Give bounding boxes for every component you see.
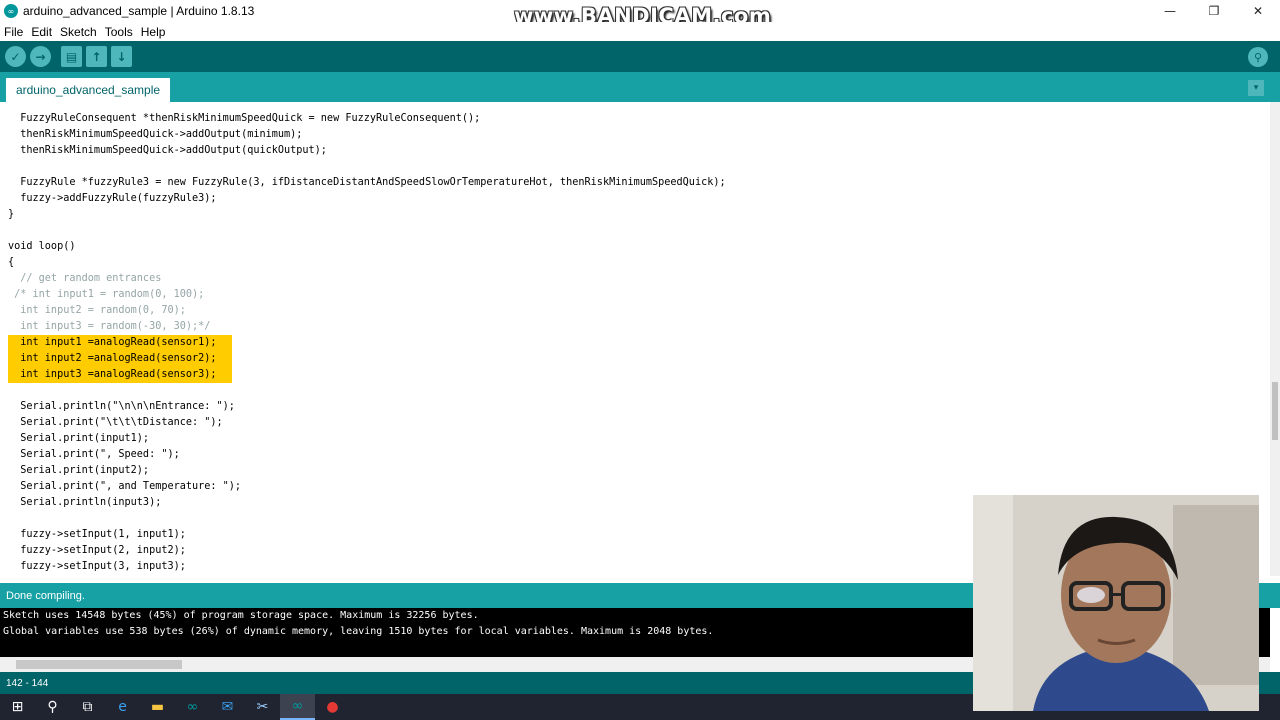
toolbar: ✓ → ▤ ↑ ↓ ⚲ [0,41,1280,72]
code-line-selected: int input1 =analogRead(sensor1); [8,335,232,351]
code-line: Serial.print(", and Temperature: "); [8,481,242,492]
tab-bar: arduino_advanced_sample ▾ [0,72,1280,102]
windows-start-icon[interactable]: ⊞ [0,694,35,720]
window-title: arduino_advanced_sample | Arduino 1.8.13 [23,4,255,18]
menu-edit[interactable]: Edit [31,25,52,39]
editor-vertical-scrollbar[interactable] [1270,102,1280,576]
open-sketch-button[interactable]: ↑ [86,46,107,67]
task-view-icon[interactable]: ⧉ [70,694,105,720]
menu-tools[interactable]: Tools [105,25,133,39]
search-icon[interactable]: ⚲ [35,694,70,720]
new-sketch-button[interactable]: ▤ [61,46,82,67]
code-line: FuzzyRule *fuzzyRule3 = new FuzzyRule(3,… [8,177,726,188]
code-line: thenRiskMinimumSpeedQuick->addOutput(qui… [8,145,327,156]
code-line: } [8,209,15,220]
code-line: Serial.print(input2); [8,465,150,476]
code-line-comment: /* int input1 = random(0, 100); [8,289,205,300]
menu-help[interactable]: Help [141,25,166,39]
console-line: Global variables use 538 bytes (26%) of … [3,626,714,637]
webcam-person-image [973,495,1259,711]
code-line: fuzzy->addFuzzyRule(fuzzyRule3); [8,193,217,204]
mail-icon[interactable]: ✉ [210,694,245,720]
status-message: Done compiling. [6,589,85,602]
code-line: void loop() [8,241,76,252]
code-line: Serial.print("\t\t\tDistance: "); [8,417,223,428]
code-line-comment: int input2 = random(0, 70); [8,305,186,316]
code-line: { [8,257,15,268]
close-button[interactable]: ✕ [1236,0,1280,22]
code-line: fuzzy->setInput(1, input1); [8,529,186,540]
serial-monitor-button[interactable]: ⚲ [1248,47,1268,67]
window-controls: — ❐ ✕ [1148,0,1280,22]
menu-bar: File Edit Sketch Tools Help [0,22,1280,41]
code-line-selected: int input2 =analogRead(sensor2); [8,351,232,367]
tab-menu-chevron-down-icon[interactable]: ▾ [1248,80,1264,96]
file-explorer-icon[interactable]: ▬ [140,694,175,720]
code-line: thenRiskMinimumSpeedQuick->addOutput(min… [8,129,303,140]
verify-button[interactable]: ✓ [5,46,26,67]
code-line-selected: int input3 =analogRead(sensor3); [8,367,232,383]
code-line: Serial.println("\n\n\nEntrance: "); [8,401,235,412]
tab-arduino-advanced-sample[interactable]: arduino_advanced_sample [6,78,170,102]
menu-sketch[interactable]: Sketch [60,25,97,39]
code-line: fuzzy->setInput(3, input3); [8,561,186,572]
code-line: fuzzy->setInput(2, input2); [8,545,186,556]
save-sketch-button[interactable]: ↓ [111,46,132,67]
console-line: Sketch uses 14548 bytes (45%) of program… [3,610,479,621]
code-line: Serial.print(input1); [8,433,150,444]
menu-file[interactable]: File [4,25,23,39]
minimize-button[interactable]: — [1148,0,1192,22]
console-scroll-thumb[interactable] [16,660,182,669]
edge-icon[interactable]: e [105,694,140,720]
maximize-button[interactable]: ❐ [1192,0,1236,22]
webcam-overlay [973,495,1259,711]
arduino-active-icon[interactable]: ∞ [280,694,315,720]
code-line-comment: // get random entrances [8,273,162,284]
arduino-app-icon: ∞ [4,4,18,18]
code-line: FuzzyRuleConsequent *thenRiskMinimumSpee… [8,113,481,124]
bandicam-record-icon[interactable]: ● [315,694,350,720]
arduino-icon[interactable]: ∞ [175,694,210,720]
code-line: Serial.print(", Speed: "); [8,449,180,460]
line-range: 142 - 144 [6,677,49,689]
upload-button[interactable]: → [30,46,51,67]
code-line: Serial.println(input3); [8,497,162,508]
code-line-comment: int input3 = random(-30, 30);*/ [8,321,211,332]
snipping-tool-icon[interactable]: ✂ [245,694,280,720]
editor-scroll-thumb[interactable] [1272,382,1278,440]
